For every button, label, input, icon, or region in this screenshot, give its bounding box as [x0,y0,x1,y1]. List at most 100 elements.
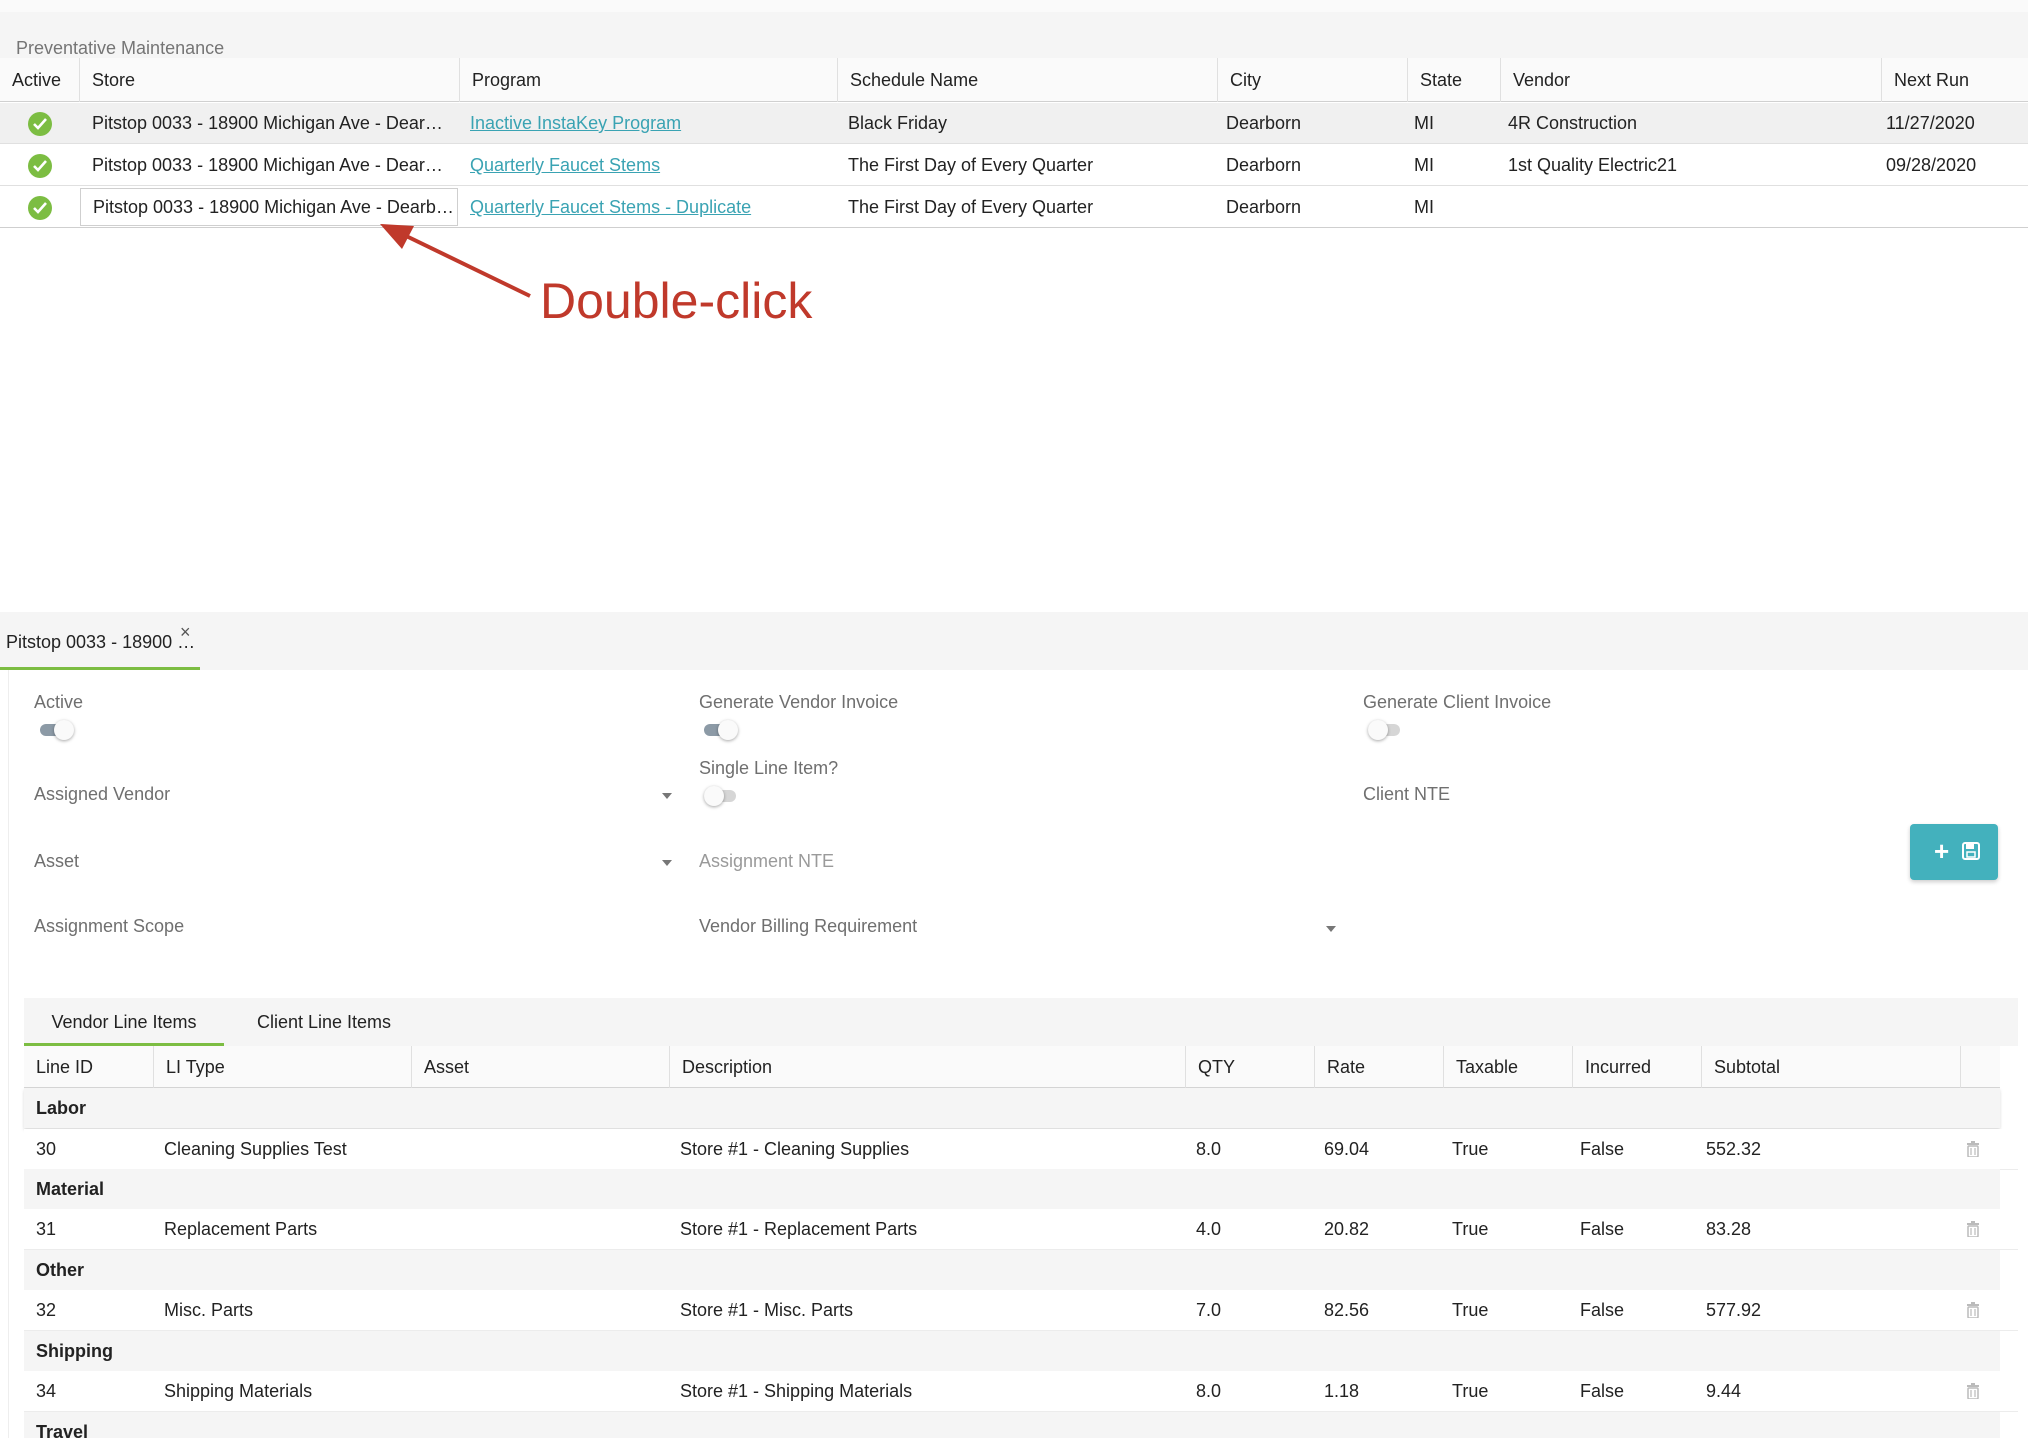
state-cell[interactable]: MI [1402,145,1492,186]
rate-cell[interactable]: 69.04 [1312,1129,1369,1170]
description-cell[interactable]: Store #1 - Shipping Materials [668,1371,912,1412]
single-line-item-toggle[interactable] [704,786,738,806]
subtotal-cell[interactable]: 9.44 [1694,1371,1741,1412]
tab-client-line-items[interactable]: Client Line Items [224,998,424,1046]
li-type-cell[interactable]: Misc. Parts [152,1290,253,1331]
assignment-scope-input[interactable] [34,910,674,944]
taxable-cell[interactable]: True [1440,1371,1488,1412]
trash-icon[interactable] [1966,1302,1980,1318]
qty-cell[interactable]: 7.0 [1184,1290,1221,1331]
col-header-qty[interactable]: QTY [1185,1046,1314,1088]
store-cell[interactable]: Pitstop 0033 - 18900 Michigan Ave - Dear… [80,103,450,144]
asset-select[interactable] [34,845,674,879]
program-cell[interactable]: Inactive InstaKey Program [458,103,828,144]
table-row[interactable]: Pitstop 0033 - 18900 Michigan Ave - Dear… [0,103,2028,144]
assignment-nte-input[interactable] [699,845,1339,879]
col-header-description[interactable]: Description [669,1046,1185,1088]
col-header-rate[interactable]: Rate [1314,1046,1443,1088]
taxable-cell[interactable]: True [1440,1290,1488,1331]
li-type-cell[interactable]: Shipping Materials [152,1371,312,1412]
li-type-cell[interactable]: Replacement Parts [152,1209,317,1250]
subtotal-cell[interactable]: 83.28 [1694,1209,1751,1250]
taxable-cell[interactable]: True [1440,1209,1488,1250]
incurred-cell[interactable]: False [1568,1209,1624,1250]
table-row[interactable]: Pitstop 0033 - 18900 Michigan Ave - Dear… [0,145,2028,186]
group-row-material[interactable]: Material [24,1169,2000,1209]
description-cell[interactable]: Store #1 - Replacement Parts [668,1209,917,1250]
schedule-cell[interactable]: Black Friday [836,103,1206,144]
tab-vendor-line-items[interactable]: Vendor Line Items [24,998,224,1046]
vendor-billing-requirement-select[interactable] [699,910,1339,944]
trash-icon[interactable] [1966,1383,1980,1399]
incurred-cell[interactable]: False [1568,1290,1624,1331]
add-save-button[interactable]: + [1910,824,1998,880]
program-link[interactable]: Quarterly Faucet Stems [470,155,660,175]
description-cell[interactable]: Store #1 - Misc. Parts [668,1290,853,1331]
col-header-program[interactable]: Program [459,58,837,102]
plus-icon[interactable]: + [1934,838,1949,864]
chevron-down-icon[interactable] [662,860,672,866]
line-id-cell[interactable]: 32 [24,1290,56,1331]
generate-client-invoice-toggle[interactable] [1368,720,1402,740]
trash-icon[interactable] [1966,1141,1980,1157]
incurred-cell[interactable]: False [1568,1129,1624,1170]
next-run-cell[interactable]: 09/28/2020 [1874,145,2024,186]
program-cell[interactable]: Quarterly Faucet Stems - Duplicate [458,187,828,228]
group-row-shipping[interactable]: Shipping [24,1331,2000,1371]
close-icon[interactable]: × [180,622,191,643]
rate-cell[interactable]: 82.56 [1312,1290,1369,1331]
client-nte-input[interactable] [1363,778,1863,812]
rate-cell[interactable]: 1.18 [1312,1371,1359,1412]
chevron-down-icon[interactable] [1326,926,1336,932]
detail-tab[interactable]: Pitstop 0033 - 18900 … × [0,618,200,670]
program-cell[interactable]: Quarterly Faucet Stems [458,145,828,186]
state-cell[interactable]: MI [1402,187,1492,228]
taxable-cell[interactable]: True [1440,1129,1488,1170]
col-header-asset[interactable]: Asset [411,1046,669,1088]
col-header-li-type[interactable]: LI Type [153,1046,411,1088]
store-cell[interactable]: Pitstop 0033 - 18900 Michigan Ave - Dear… [80,145,450,186]
table-row[interactable]: 30 Cleaning Supplies Test Store #1 - Cle… [24,1129,2018,1170]
col-header-city[interactable]: City [1217,58,1407,102]
save-icon[interactable] [1962,842,1980,860]
city-cell[interactable]: Dearborn [1214,103,1394,144]
rate-cell[interactable]: 20.82 [1312,1209,1369,1250]
schedule-cell[interactable]: The First Day of Every Quarter [836,187,1206,228]
group-row-travel[interactable]: Travel [24,1412,2000,1438]
col-header-taxable[interactable]: Taxable [1443,1046,1572,1088]
trash-icon[interactable] [1966,1221,1980,1237]
table-row[interactable]: 34 Shipping Materials Store #1 - Shippin… [24,1371,2018,1412]
line-id-cell[interactable]: 30 [24,1129,56,1170]
incurred-cell[interactable]: False [1568,1371,1624,1412]
table-row[interactable]: 32 Misc. Parts Store #1 - Misc. Parts 7.… [24,1290,2018,1331]
program-link[interactable]: Quarterly Faucet Stems - Duplicate [470,197,751,217]
li-type-cell[interactable]: Cleaning Supplies Test [152,1129,347,1170]
col-header-incurred[interactable]: Incurred [1572,1046,1701,1088]
qty-cell[interactable]: 8.0 [1184,1371,1221,1412]
chevron-down-icon[interactable] [662,793,672,799]
line-id-cell[interactable]: 31 [24,1209,56,1250]
col-header-state[interactable]: State [1407,58,1500,102]
qty-cell[interactable]: 4.0 [1184,1209,1221,1250]
subtotal-cell[interactable]: 552.32 [1694,1129,1761,1170]
col-header-next-run[interactable]: Next Run [1881,58,2028,102]
vendor-cell[interactable]: 1st Quality Electric21 [1496,145,1866,186]
store-cell-focused[interactable]: Pitstop 0033 - 18900 Michigan Ave - Dear… [80,188,458,226]
state-cell[interactable]: MI [1402,103,1492,144]
city-cell[interactable]: Dearborn [1214,145,1394,186]
col-header-active[interactable]: Active [0,58,78,102]
col-header-vendor[interactable]: Vendor [1500,58,1881,102]
next-run-cell[interactable] [1874,187,2024,228]
table-row[interactable]: Pitstop 0033 - 18900 Michigan Ave - Dear… [0,187,2028,228]
assigned-vendor-select[interactable] [34,778,674,812]
city-cell[interactable]: Dearborn [1214,187,1394,228]
group-row-labor[interactable]: Labor [24,1088,2000,1128]
col-header-store[interactable]: Store [79,58,459,102]
table-row[interactable]: 31 Replacement Parts Store #1 - Replacem… [24,1209,2018,1250]
vendor-cell[interactable] [1496,187,1866,228]
col-header-line-id[interactable]: Line ID [24,1046,153,1088]
col-header-subtotal[interactable]: Subtotal [1701,1046,1960,1088]
subtotal-cell[interactable]: 577.92 [1694,1290,1761,1331]
schedule-cell[interactable]: The First Day of Every Quarter [836,145,1206,186]
vendor-cell[interactable]: 4R Construction [1496,103,1866,144]
